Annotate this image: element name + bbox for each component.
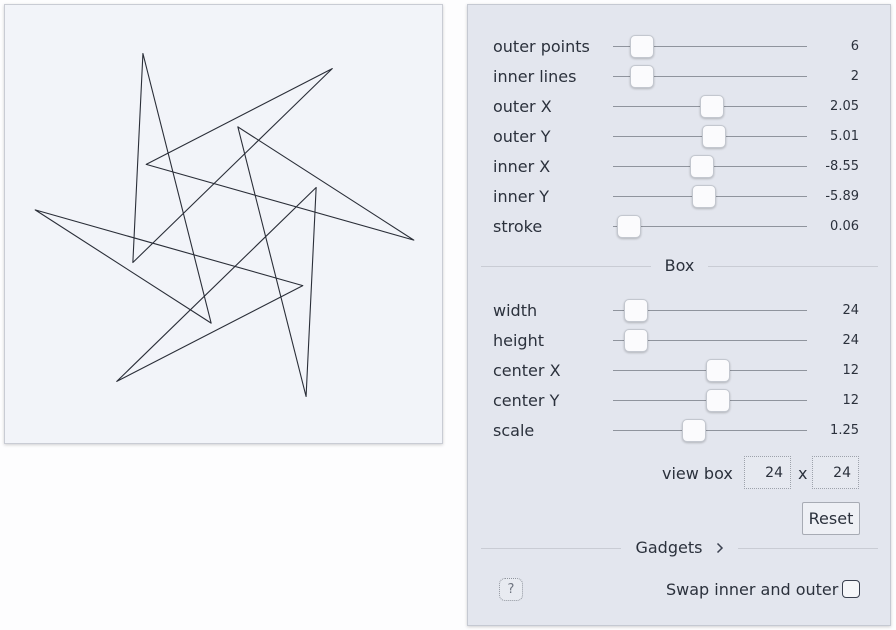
slider-thumb[interactable]	[624, 329, 649, 352]
view-box-height-input[interactable]: 24	[812, 456, 859, 489]
view-box-width-input[interactable]: 24	[744, 456, 791, 489]
slider-value: -5.89	[825, 189, 859, 204]
star-drawing	[34, 52, 415, 398]
slider-thumb[interactable]	[624, 299, 649, 322]
slider-thumb[interactable]	[682, 419, 707, 442]
slider-row: inner X -8.55	[468, 152, 890, 182]
slider-value: 24	[842, 333, 859, 348]
slider-track[interactable]	[613, 226, 807, 227]
star-lines	[34, 52, 415, 398]
box-section-divider: Box	[481, 256, 878, 276]
slider-row: center Y 12	[468, 386, 890, 416]
slider-value: 1.25	[830, 423, 859, 438]
gadgets-label: Gadgets	[635, 538, 703, 557]
slider-label: width	[493, 301, 538, 320]
slider-label: outer X	[493, 97, 552, 116]
slider-thumb[interactable]	[705, 359, 730, 382]
slider-label: center Y	[493, 391, 560, 410]
slider-label: center X	[493, 361, 561, 380]
slider-label: stroke	[493, 217, 543, 236]
slider-label: scale	[493, 421, 535, 440]
slider-value: 0.06	[830, 219, 859, 234]
slider-thumb[interactable]	[701, 125, 726, 148]
slider-thumb[interactable]	[690, 155, 715, 178]
slider-row: outer X 2.05	[468, 92, 890, 122]
slider-thumb[interactable]	[699, 95, 724, 118]
slider-row: scale 1.25	[468, 416, 890, 446]
slider-thumb[interactable]	[630, 35, 655, 58]
slider-value: -8.55	[825, 159, 859, 174]
gadgets-section-divider[interactable]: Gadgets	[481, 538, 878, 558]
slider-row: stroke 0.06	[468, 212, 890, 242]
slider-label: inner X	[493, 157, 551, 176]
slider-thumb[interactable]	[705, 389, 730, 412]
slider-row: height 24	[468, 326, 890, 356]
slider-row: width 24	[468, 296, 890, 326]
slider-value: 2.05	[830, 99, 859, 114]
view-box-separator: x	[798, 464, 808, 483]
slider-value: 5.01	[830, 129, 859, 144]
slider-label: outer points	[493, 37, 590, 56]
slider-label: outer Y	[493, 127, 551, 146]
slider-track[interactable]	[613, 430, 807, 431]
slider-row: center X 12	[468, 356, 890, 386]
slider-thumb[interactable]	[630, 65, 655, 88]
swap-checkbox[interactable]	[842, 580, 860, 598]
slider-label: inner Y	[493, 187, 550, 206]
slider-row: inner Y -5.89	[468, 182, 890, 212]
slider-row: inner lines 2	[468, 62, 890, 92]
slider-label: inner lines	[493, 67, 577, 86]
chevron-right-icon	[716, 539, 724, 558]
slider-label: height	[493, 331, 544, 350]
slider-value: 24	[842, 303, 859, 318]
slider-thumb[interactable]	[692, 185, 717, 208]
slider-value: 12	[842, 393, 859, 408]
slider-value: 2	[850, 69, 859, 84]
slider-thumb[interactable]	[616, 215, 641, 238]
divider-line-right	[708, 266, 878, 267]
slider-value: 6	[850, 39, 859, 54]
slider-value: 12	[842, 363, 859, 378]
view-box-label: view box	[662, 464, 733, 483]
control-panel: outer points 6 inner lines 2 outer X 2.05 oute…	[467, 4, 891, 626]
swap-label: Swap inner and outer	[666, 580, 839, 599]
help-button[interactable]: ?	[499, 578, 523, 601]
slider-row: outer points 6	[468, 32, 890, 62]
divider-line-right	[738, 548, 878, 549]
slider-row: outer Y 5.01	[468, 122, 890, 152]
shape-canvas	[4, 4, 443, 444]
reset-button[interactable]: Reset	[802, 502, 860, 535]
